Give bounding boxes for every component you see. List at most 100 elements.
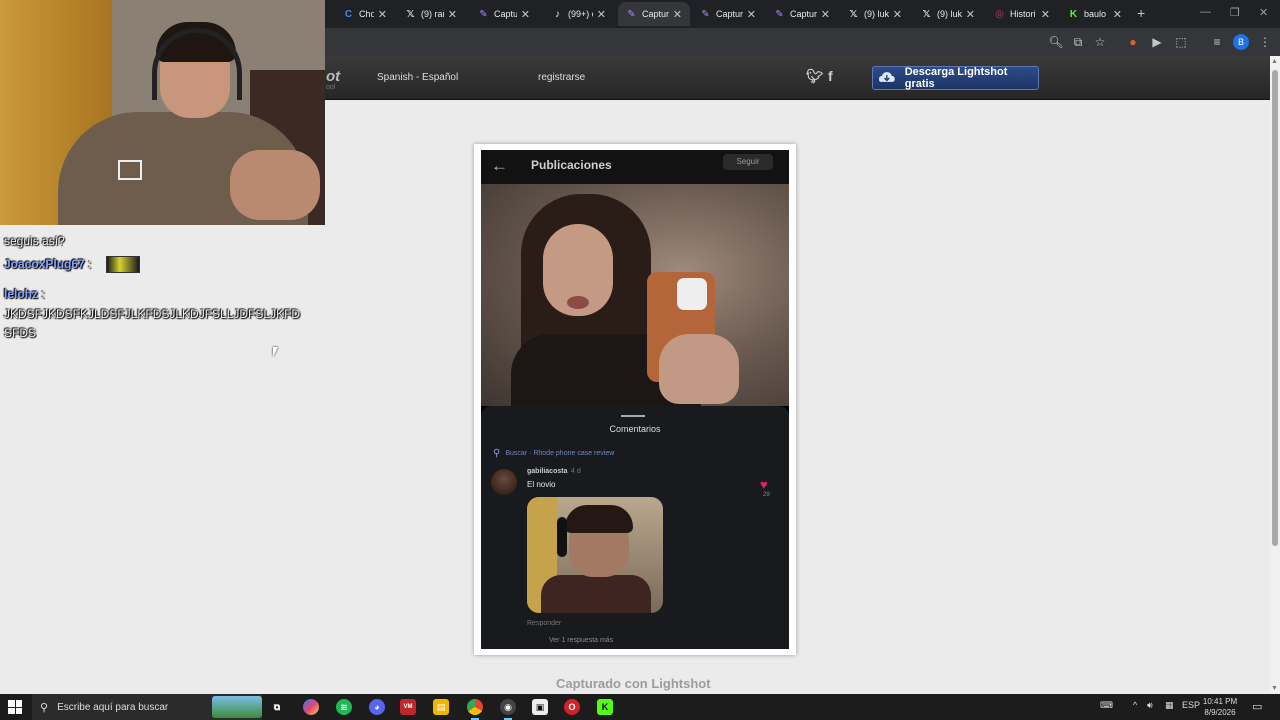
browser-tab[interactable]: ✎ Captur ✕ <box>470 2 538 26</box>
zoom-icon[interactable]: 🔍︎ <box>1048 34 1064 50</box>
browser-tab[interactable]: K baulo ✕ <box>1060 2 1130 26</box>
comments-title: Comentarios <box>609 424 661 434</box>
browser-tab[interactable]: C Choice ✕ <box>335 2 395 26</box>
x-logo-icon: 𝕏 <box>922 8 931 20</box>
task-view-icon[interactable]: ⧉ <box>269 699 285 715</box>
tab-favicon-icon: C <box>344 8 353 20</box>
chat-message: JoacoxPlug67 : <box>4 257 92 271</box>
scroll-down-arrow-icon[interactable]: ▼ <box>1271 685 1278 692</box>
file-explorer-icon[interactable]: ▤ <box>433 699 449 715</box>
close-icon[interactable]: ✕ <box>673 8 682 21</box>
tab-title: (99+) d <box>568 9 593 19</box>
close-icon[interactable]: ✕ <box>747 8 756 21</box>
browser-tab[interactable]: ♪ (99+) d ✕ <box>544 2 614 26</box>
comment-text: El novio <box>527 480 556 489</box>
extensions-puzzle-icon[interactable]: ⬚ <box>1173 34 1189 50</box>
taskbar-search-placeholder: Escribe aquí para buscar <box>57 701 169 713</box>
scroll-up-arrow-icon[interactable]: ▲ <box>1271 58 1278 65</box>
close-icon[interactable]: ✕ <box>597 8 606 21</box>
chat-message: lelohz : <box>4 287 45 301</box>
language-selector[interactable]: Spanish - Español <box>377 72 458 83</box>
close-icon[interactable]: ✕ <box>448 8 457 21</box>
opera-icon[interactable]: O <box>564 699 580 715</box>
tab-title: Histori <box>1010 9 1036 19</box>
tray-chevron-icon[interactable]: ^ <box>1133 700 1137 710</box>
tab-title: Captur <box>790 9 817 19</box>
browser-tab[interactable]: 𝕏 (9) ram ✕ <box>397 2 465 26</box>
notifications-icon[interactable]: ▭ <box>1252 700 1262 713</box>
tab-title: (9) ram <box>421 9 444 19</box>
search-icon: ⚲ <box>493 448 501 459</box>
clock-time: 10:41 PM <box>1202 697 1238 706</box>
chrome-icon[interactable] <box>467 699 483 720</box>
window-close-icon[interactable]: ✕ <box>1259 6 1268 19</box>
volume-icon[interactable]: 🔊︎ <box>1147 700 1153 711</box>
keyboard-icon[interactable]: ⌨ <box>1100 700 1113 711</box>
close-icon[interactable]: ✕ <box>821 8 830 21</box>
lightshot-logo-subtitle: ool <box>326 84 336 91</box>
windows-start-icon[interactable] <box>8 700 22 714</box>
download-lightshot-button[interactable]: Descarga Lightshot gratis <box>872 66 1039 90</box>
tiktok-icon: ♪ <box>555 8 560 20</box>
x-logo-icon: 𝕏 <box>849 8 858 20</box>
lightshot-logo[interactable]: ot <box>326 68 340 85</box>
commenter-avatar <box>491 469 517 495</box>
tab-title: baulo <box>1084 9 1107 19</box>
page-scrollbar[interactable]: ▲ ▼ <box>1270 56 1280 694</box>
post-header: ← Publicaciones Seguir <box>481 150 789 184</box>
instagram-screenshot: ← Publicaciones Seguir Comentarios ⚲ Bus… <box>481 150 789 649</box>
twitter-bird-icon[interactable]: 🐦︎ <box>806 68 824 85</box>
taskbar-clock[interactable]: 10:41 PM 8/9/2026 <box>1199 696 1241 718</box>
kick-icon: K <box>1069 8 1078 20</box>
chat-message-text: seguis así? <box>4 234 65 248</box>
screenshot-icon[interactable]: ⧉ <box>1070 34 1086 50</box>
network-icon[interactable]: ▦ <box>1165 700 1174 711</box>
sheet-handle <box>621 415 645 417</box>
browser-tab[interactable]: 𝕏 (9) luk ✕ <box>840 2 910 26</box>
browser-tab[interactable]: ✎ Captur ✕ <box>692 2 764 26</box>
profile-avatar-icon[interactable]: B <box>1233 34 1249 50</box>
facebook-icon[interactable]: f <box>828 68 833 84</box>
browser-tab-active[interactable]: ✎ Captur ✕ <box>618 2 690 26</box>
bookmark-star-icon[interactable]: ☆ <box>1092 34 1108 50</box>
close-icon[interactable]: ✕ <box>966 8 975 21</box>
comment-image <box>527 497 663 613</box>
browser-tab[interactable]: ✎ Captur ✕ <box>766 2 838 26</box>
register-link[interactable]: registrarse <box>538 72 585 83</box>
clock-date: 8/9/2026 <box>1204 708 1236 717</box>
search-icon: ⚲ <box>40 701 49 714</box>
lightshot-feather-icon: ✎ <box>775 8 784 20</box>
kick-icon[interactable]: K <box>597 699 613 715</box>
search-highlight-image <box>212 696 262 718</box>
close-icon[interactable]: ✕ <box>521 8 530 21</box>
browser-tab[interactable]: ◎ Histori ✕ <box>986 2 1058 26</box>
restore-icon[interactable]: ❐ <box>1230 6 1240 19</box>
extension-fox-icon[interactable]: ● <box>1125 34 1141 50</box>
browser-tab[interactable]: 𝕏 (9) luk ✕ <box>913 2 983 26</box>
close-icon[interactable]: ✕ <box>893 8 902 21</box>
media-control-icon[interactable]: ≡ <box>1209 34 1225 50</box>
like-count: 29 <box>763 492 770 498</box>
capcut-icon[interactable]: ▣ <box>532 699 548 715</box>
lightshot-feather-icon: ✎ <box>627 8 636 20</box>
taskbar-search[interactable]: ⚲ Escribe aquí para buscar <box>32 694 262 720</box>
voicemeeter-icon[interactable]: VM <box>400 699 416 715</box>
tab-title: Captur <box>494 9 517 19</box>
copilot-icon[interactable] <box>303 699 319 715</box>
close-icon[interactable]: ✕ <box>378 8 387 21</box>
obs-icon[interactable]: ◉ <box>500 699 516 720</box>
screenshot-image-frame[interactable]: ← Publicaciones Seguir Comentarios ⚲ Bus… <box>474 144 796 655</box>
search-suggestion: ⚲ Buscar · Rhode phone case review <box>493 448 614 459</box>
post-photo <box>481 184 789 406</box>
discord-icon[interactable]: ◕ <box>369 699 385 715</box>
minimize-icon[interactable]: — <box>1200 6 1211 18</box>
spotify-icon[interactable]: ≋ <box>336 699 352 715</box>
lightshot-feather-icon: ✎ <box>479 8 488 20</box>
close-icon[interactable]: ✕ <box>1113 8 1122 21</box>
menu-kebab-icon[interactable]: ⋮ <box>1257 34 1273 50</box>
new-tab-icon[interactable]: + <box>1137 5 1145 21</box>
extension-play-icon[interactable]: ▶ <box>1149 34 1165 50</box>
input-language[interactable]: ESP <box>1182 700 1200 710</box>
close-icon[interactable]: ✕ <box>1041 8 1050 21</box>
scrollbar-thumb[interactable] <box>1272 70 1278 546</box>
